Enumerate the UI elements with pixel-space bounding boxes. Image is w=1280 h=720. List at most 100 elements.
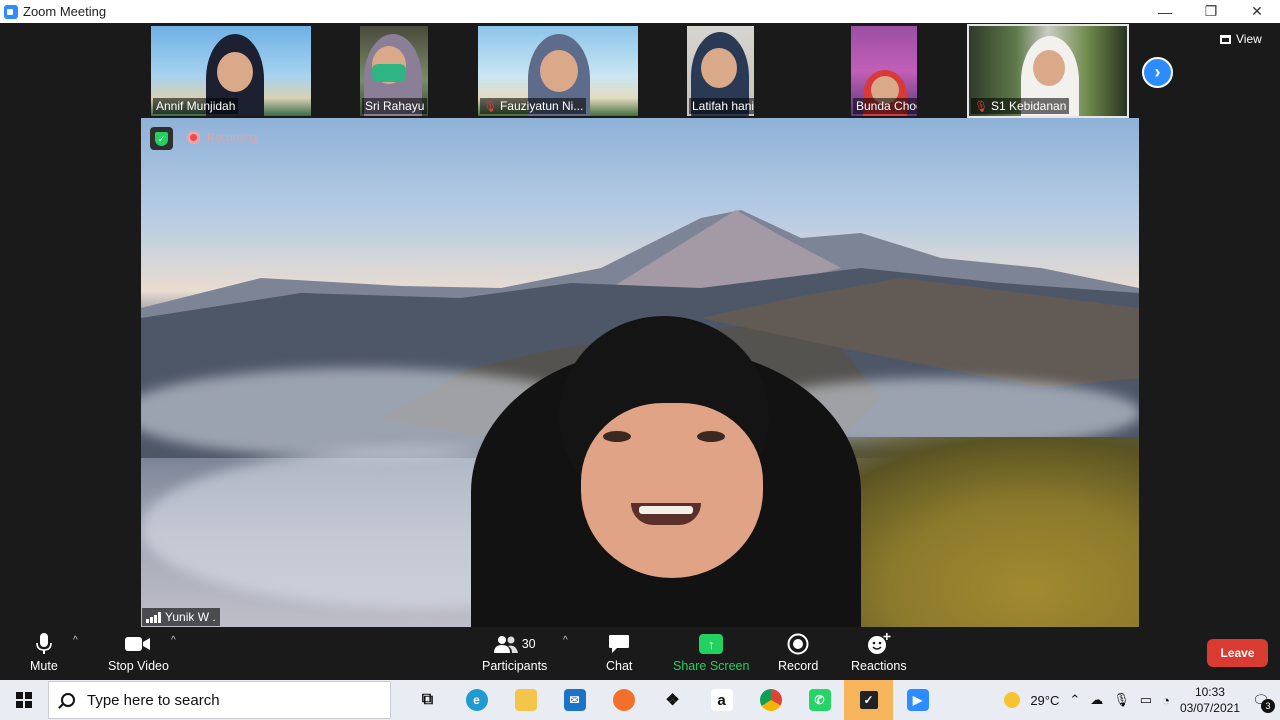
weather-sun-icon[interactable] [1004, 692, 1021, 708]
taskbar-dropbox[interactable]: ❖ [648, 680, 697, 720]
speaker-eye [697, 431, 725, 442]
recording-dot-icon [187, 131, 200, 144]
taskbar-firefox[interactable] [599, 680, 648, 720]
edge-browser-icon: e [465, 689, 488, 711]
smiley-plus-icon [867, 633, 891, 655]
share-screen-icon: ↑ [699, 634, 724, 654]
share-screen-button[interactable]: ↑ Share Screen [673, 633, 749, 673]
meeting-area: Annif Munjidah Sri Rahayu 🎙︎ Fauziyatun N… [0, 23, 1280, 680]
mute-button[interactable]: Mute [30, 633, 58, 673]
taskbar-tasks-app[interactable]: ✓ [844, 680, 893, 720]
speaker-eye [603, 431, 631, 442]
task-view-button[interactable]: ⧉ [403, 680, 452, 720]
whatsapp-icon: ✆ [808, 689, 831, 711]
participant-tile-active[interactable]: 🎙︎ S1 Kebidanan [967, 24, 1129, 118]
chat-button[interactable]: Chat [606, 633, 632, 673]
muted-mic-icon: 🎙︎ [483, 100, 497, 113]
participants-icon [493, 636, 518, 653]
taskbar-whatsapp[interactable]: ✆ [795, 680, 844, 720]
taskbar-chrome[interactable] [746, 680, 795, 720]
active-speaker-video: ✓ Recording Yunik W . [141, 118, 1139, 627]
chat-bubble-icon [608, 633, 630, 655]
participant-tile[interactable]: 🎙︎ Fauziyatun Ni... [478, 26, 638, 116]
start-button[interactable] [0, 680, 48, 720]
folder-icon [514, 689, 537, 711]
muted-mic-icon: 🎙︎ [974, 100, 988, 113]
reactions-button[interactable]: Reactions [851, 633, 907, 673]
notification-badge: 3 [1261, 699, 1275, 713]
speaker-name-tag: Yunik W . [142, 608, 220, 626]
taskbar-mail[interactable]: ✉ [550, 680, 599, 720]
chevron-up-icon[interactable]: ⌃ [1069, 692, 1080, 708]
view-button[interactable]: View [1220, 32, 1262, 46]
grid-icon [1220, 34, 1231, 44]
chrome-icon [759, 689, 782, 711]
security-shield-icon[interactable]: ✓ [150, 127, 173, 150]
taskbar-search-box[interactable]: Type here to search [48, 681, 391, 719]
stop-video-label: Stop Video [108, 659, 169, 673]
participant-tile[interactable]: Sri Rahayu [360, 26, 428, 116]
battery-icon[interactable]: ▭ [1140, 692, 1152, 708]
notification-center-icon[interactable]: 🗨︎ 3 [1250, 689, 1275, 713]
system-tray: 29°C ⌃ ☁ 🎙︎ ▭ ◔ 10:33 03/07/2021 🗨︎ 3 [1004, 680, 1280, 720]
participant-name: 🎙︎ Fauziyatun Ni... [480, 98, 587, 114]
task-view-icon: ⧉ [421, 691, 434, 708]
clock-date: 03/07/2021 [1179, 701, 1240, 715]
window-title: Zoom Meeting [23, 4, 107, 19]
speaker-mouth [631, 503, 701, 525]
mail-icon: ✉ [563, 689, 586, 711]
system-clock[interactable]: 10:33 03/07/2021 [1180, 684, 1240, 716]
participant-tile[interactable]: Bunda Chodijah [851, 26, 917, 116]
amazon-icon: a [710, 689, 733, 711]
share-screen-label: Share Screen [673, 659, 750, 673]
firefox-icon [612, 689, 635, 711]
speaker-face [581, 403, 763, 578]
participant-tile[interactable]: Latifah hanim R... [687, 26, 754, 116]
recording-indicator: Recording [187, 131, 257, 144]
participant-name: Bunda Chodijah [853, 98, 917, 114]
mute-label: Mute [30, 659, 58, 673]
video-camera-icon [125, 633, 151, 655]
participant-name: Annif Munjidah [153, 98, 239, 114]
leave-button[interactable]: Leave [1207, 639, 1268, 667]
participants-label: Participants [482, 659, 548, 673]
reactions-label: Reactions [851, 659, 907, 673]
dropbox-icon: ❖ [665, 692, 680, 709]
minimize-button[interactable]: — [1142, 0, 1188, 23]
signal-strength-icon [146, 611, 161, 623]
view-label: View [1236, 32, 1262, 46]
chevron-right-icon[interactable]: › [1142, 57, 1173, 88]
participant-strip: Annif Munjidah Sri Rahayu 🎙︎ Fauziyatun N… [0, 24, 1280, 118]
meeting-toolbar: Mute ^ Stop Video ^ 30 Participants ^ Ch… [0, 627, 1280, 680]
search-icon [61, 693, 75, 707]
participant-tile[interactable]: Annif Munjidah [151, 26, 311, 116]
task-check-icon: ✓ [857, 689, 880, 711]
maximize-button[interactable]: ❐ [1188, 0, 1234, 23]
window-titlebar: Zoom Meeting — ❐ ✕ [0, 0, 1280, 23]
participants-options-caret-icon[interactable]: ^ [563, 635, 568, 646]
temperature[interactable]: 29°C [1030, 693, 1059, 708]
stop-video-button[interactable]: Stop Video [108, 633, 169, 673]
participant-name: Latifah hanim R... [689, 98, 754, 114]
audio-options-caret-icon[interactable]: ^ [73, 635, 78, 646]
taskbar-file-explorer[interactable] [501, 680, 550, 720]
cloud-icon[interactable]: ☁ [1090, 692, 1103, 708]
taskbar-edge[interactable]: e [452, 680, 501, 720]
speaker-name: Yunik W . [165, 610, 216, 624]
participants-button[interactable]: 30 Participants [482, 633, 547, 673]
windows-taskbar: Type here to search ⧉ e ✉ ❖ a ✆ ✓ ▶ 29°C… [0, 680, 1280, 720]
close-button[interactable]: ✕ [1234, 0, 1280, 23]
video-options-caret-icon[interactable]: ^ [171, 635, 176, 646]
microphone-icon[interactable]: 🎙︎ [1113, 692, 1130, 708]
taskbar-amazon[interactable]: a [697, 680, 746, 720]
chat-label: Chat [606, 659, 633, 673]
record-icon [787, 633, 809, 655]
microphone-icon [36, 633, 52, 655]
participant-name: 🎙︎ S1 Kebidanan [971, 98, 1070, 114]
zoom-icon: ▶ [906, 689, 929, 711]
clock-time: 10:33 [1194, 685, 1225, 699]
record-button[interactable]: Record [778, 633, 818, 673]
wifi-icon[interactable]: ◔ [1162, 693, 1170, 708]
windows-logo-icon [16, 692, 32, 708]
taskbar-zoom[interactable]: ▶ [893, 680, 942, 720]
